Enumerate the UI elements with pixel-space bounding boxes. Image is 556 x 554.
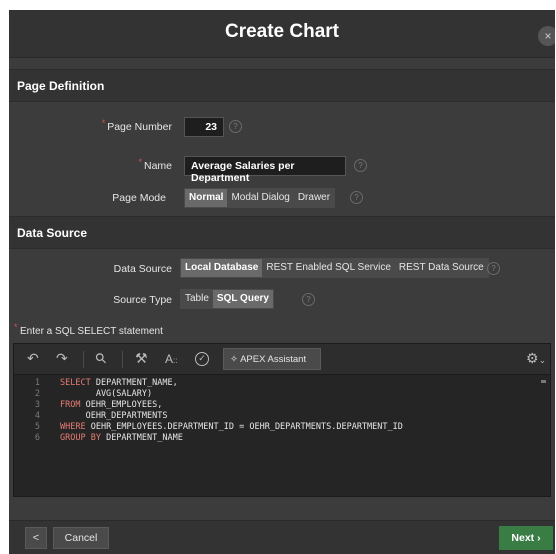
source-type-label: Source Type [113,294,172,306]
data-source-label: Data Source [113,263,172,275]
code-line: 5 WHERE OEHR_EMPLOYEES.DEPARTMENT_ID = OE… [34,422,403,432]
source-type-selector: Table SQL Query [180,289,274,309]
page-mode-help-icon[interactable]: ? [350,191,363,204]
page-mode-normal[interactable]: Normal [185,189,228,207]
next-button[interactable]: Next › [499,526,553,550]
close-icon: × [544,29,552,43]
sparkle-icon: ✧ [230,354,238,365]
chevron-left-icon: < [32,532,40,544]
code-line: 3 FROM OEHR_EMPLOYEES, [34,400,163,410]
data-source-header: Data Source [9,216,555,249]
source-type-sql-query[interactable]: SQL Query [212,290,273,308]
page-mode-selector: Normal Modal Dialog Drawer [184,188,336,208]
required-marker: * [101,118,106,128]
previous-button[interactable]: < [25,527,47,549]
page-mode-label: Page Mode [112,192,166,204]
toolbar-divider [83,351,84,368]
apex-assistant-button[interactable]: ✧ APEX Assistant [223,348,321,370]
name-label: * Name [138,157,172,172]
data-source-help-icon[interactable]: ? [487,262,500,275]
page-mode-drawer[interactable]: Drawer [294,189,334,207]
sql-statement-label: * Enter a SQL SELECT statement [14,322,163,337]
page-definition-header: Page Definition [9,69,555,102]
apex-assistant-label: APEX Assistant [240,354,307,365]
code-line: 4 OEHR_DEPARTMENTS [34,411,168,421]
name-help-icon[interactable]: ? [354,159,367,172]
page-number-label: * Page Number [101,118,172,133]
code-line: 6 GROUP BY DEPARTMENT_NAME [34,433,183,443]
sql-code-editor[interactable]: ↶ ↷ ⚲ ⚒ A:: ✓ ✧ APEX Assistant ⚙⌄ 1 SELEC… [13,343,551,497]
required-marker: * [138,157,142,167]
sql-code-lines: 1 SELECT DEPARTMENT_NAME, 2 AVG(SALARY) 3… [14,378,403,444]
format-code-icon[interactable]: ⚒ [135,350,148,367]
page-mode-modal-dialog[interactable]: Modal Dialog [227,189,293,207]
next-label: Next [511,532,535,544]
text-case-icon[interactable]: A:: [165,352,177,366]
data-source-rest-enabled-sql[interactable]: REST Enabled SQL Service [262,259,395,277]
dialog-title: Create Chart [224,21,340,42]
settings-icon[interactable]: ⚙⌄ [526,350,546,367]
data-source-rest-data-source[interactable]: REST Data Source [395,259,488,277]
cancel-button[interactable]: Cancel [53,527,109,549]
chevron-right-icon: › [537,532,541,544]
editor-toolbar: ↶ ↷ ⚲ ⚒ A:: ✓ ✧ APEX Assistant ⚙⌄ [14,344,550,375]
data-source-selector: Local Database REST Enabled SQL Service … [180,258,489,278]
editor-scrollbar[interactable] [541,380,546,383]
create-chart-dialog: Create Chart × Page Definition * Page Num… [9,10,555,554]
toolbar-divider [122,351,123,368]
required-marker: * [14,322,18,332]
undo-icon[interactable]: ↶ [27,350,39,367]
data-source-local-database[interactable]: Local Database [181,259,263,277]
page-definition-title: Page Definition [17,79,105,93]
data-source-title: Data Source [17,226,88,240]
source-type-help-icon[interactable]: ? [302,293,315,306]
redo-icon[interactable]: ↷ [56,350,68,367]
page-number-help-icon[interactable]: ? [229,120,242,133]
validate-icon[interactable]: ✓ [195,352,209,366]
code-line: 2 AVG(SALARY) [34,389,153,399]
dialog-header: Create Chart × [9,10,555,58]
name-input[interactable]: Average Salaries per Department [184,156,346,184]
page-number-input[interactable]: 23 [184,117,224,137]
search-icon[interactable]: ⚲ [91,349,110,368]
dialog-footer: < Cancel Next › [9,520,555,554]
close-button[interactable]: × [538,26,555,46]
code-line: 1 SELECT DEPARTMENT_NAME, [34,378,178,388]
source-type-table[interactable]: Table [181,290,213,308]
